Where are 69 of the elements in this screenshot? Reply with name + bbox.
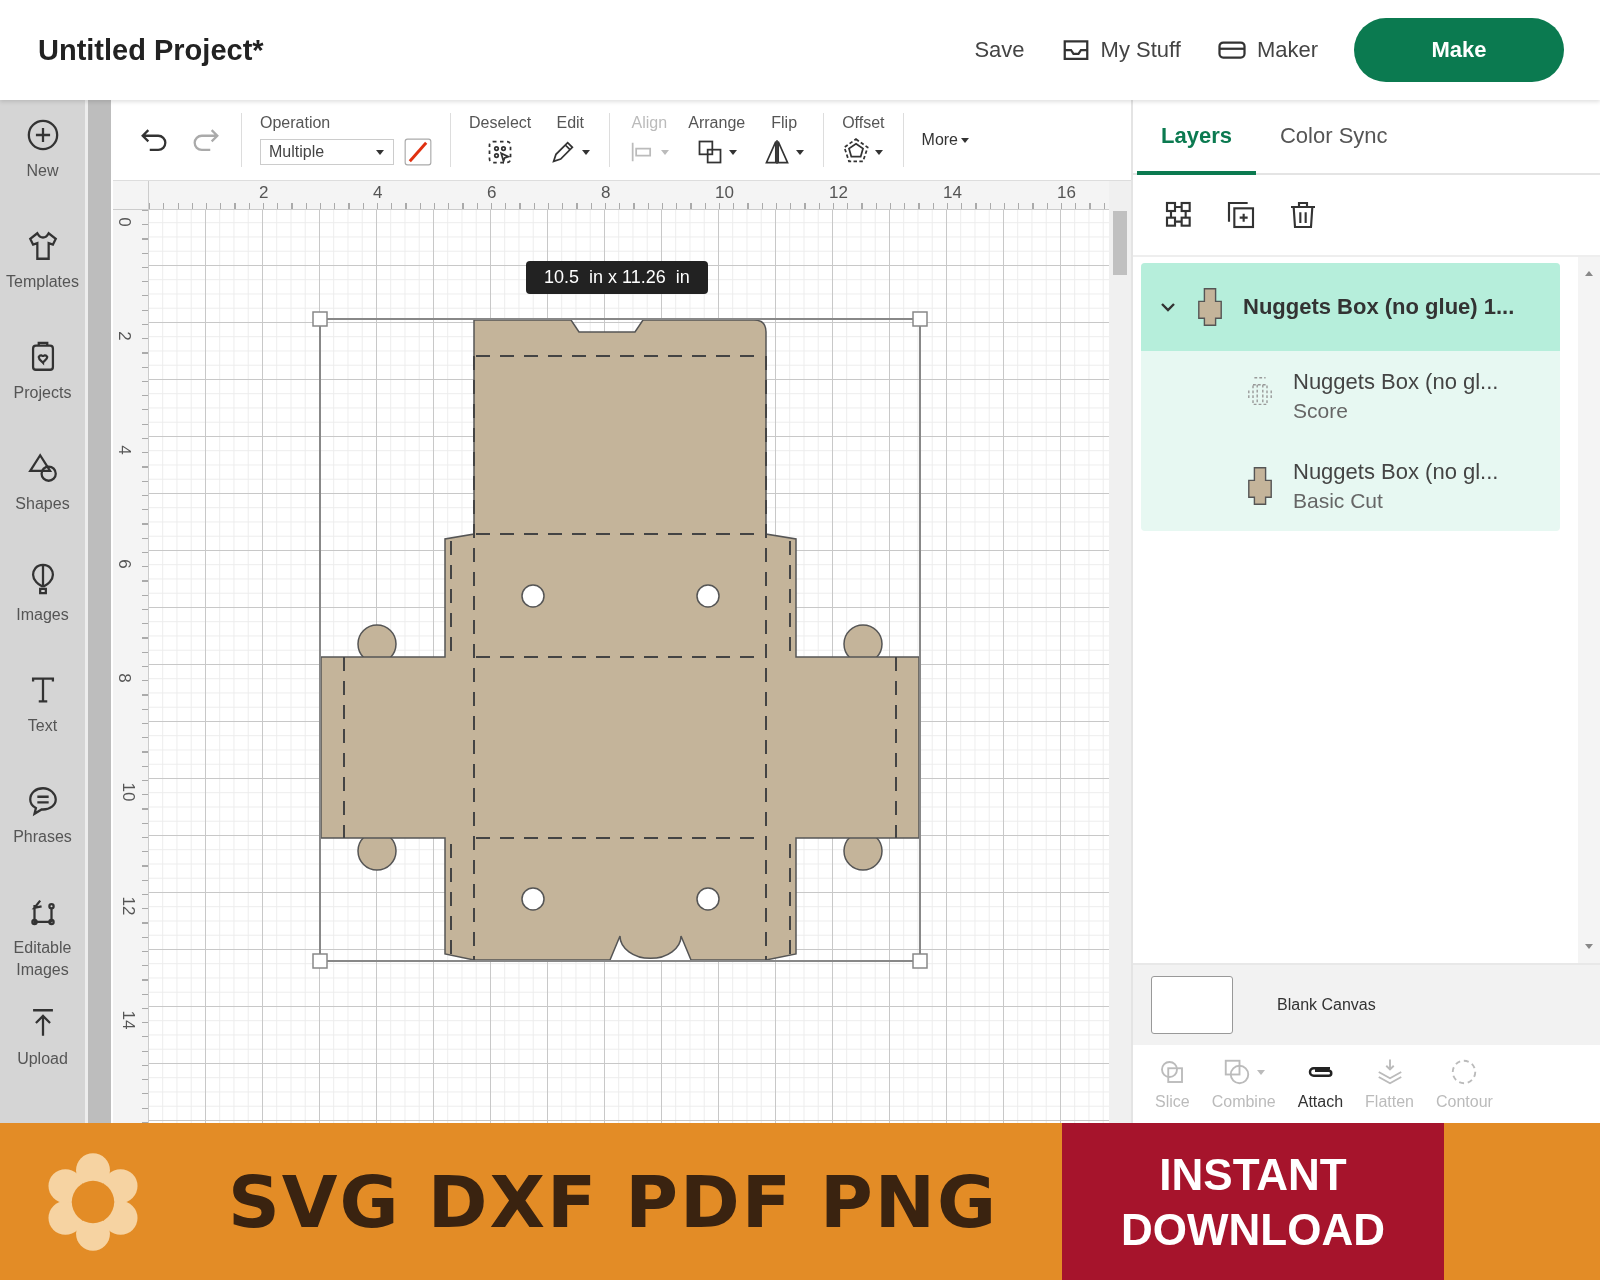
blank-canvas-row[interactable]: Blank Canvas	[1133, 963, 1600, 1045]
make-button[interactable]: Make	[1354, 18, 1564, 82]
caret-icon	[960, 135, 970, 145]
save-link[interactable]: Save	[974, 37, 1025, 63]
maker-link[interactable]: Maker	[1216, 35, 1318, 65]
layer-row[interactable]: Nuggets Box (no gl... Basic Cut	[1141, 441, 1560, 531]
layer-name: Nuggets Box (no gl...	[1293, 369, 1499, 395]
file-formats-text: SVG DXF PDF PNG	[228, 1159, 999, 1244]
ruler-number: 8	[113, 673, 134, 683]
caret-icon	[874, 147, 885, 157]
sidebar-item[interactable]: Upload	[0, 1006, 85, 1117]
ruler-number: 12	[829, 183, 848, 203]
toolbar-tool[interactable]: Offset	[842, 114, 885, 166]
layer-operation: Score	[1293, 399, 1349, 423]
sidebar-item[interactable]: Phrases	[0, 784, 85, 895]
scroll-up-icon[interactable]	[1584, 269, 1594, 279]
operation-dropdown[interactable]: Multiple	[260, 139, 394, 165]
ruler-number: 10	[715, 183, 734, 203]
layer-row[interactable]: Nuggets Box (no glue) 1...	[1141, 263, 1560, 351]
scrollbar[interactable]	[1109, 181, 1131, 1123]
scrollbar[interactable]	[1578, 257, 1600, 963]
layer-row[interactable]: Nuggets Box (no gl... Score	[1141, 351, 1560, 441]
more-menu[interactable]: More	[921, 131, 970, 149]
sidebar-item[interactable]: Editable Images	[0, 895, 85, 1006]
sidebar-item[interactable]: Templates	[0, 229, 85, 340]
panel-tab[interactable]: Layers	[1137, 100, 1256, 175]
project-title: Untitled Project*	[38, 33, 264, 67]
ruler-number: 6	[487, 183, 497, 203]
sidebar-item[interactable]: Projects	[0, 340, 85, 451]
layer-name: Nuggets Box (no gl...	[1293, 459, 1499, 485]
layer-operation: Basic Cut	[1293, 489, 1384, 513]
caret-icon	[581, 147, 592, 157]
caret-icon	[1255, 1067, 1266, 1077]
ruler-number: 2	[113, 331, 134, 341]
ruler-number: 4	[373, 183, 383, 203]
scrollbar[interactable]	[85, 100, 111, 1123]
ruler-number: 0	[113, 217, 134, 227]
ruler-number: 10	[118, 782, 139, 802]
panel-tab[interactable]: Color Sync	[1255, 100, 1412, 175]
duplicate-icon[interactable]	[1225, 199, 1257, 231]
plus-circle-icon	[25, 118, 60, 152]
my-stuff-link[interactable]: My Stuff	[1060, 35, 1181, 65]
instant-download-label: INSTANT DOWNLOAD	[1062, 1123, 1444, 1280]
no-color-swatch-icon[interactable]	[404, 138, 432, 166]
ruler-number: 14	[943, 183, 962, 203]
ruler-number: 4	[113, 445, 134, 455]
toolbar-tool[interactable]: Flip	[763, 114, 806, 166]
toolbar-tool[interactable]: Arrange	[688, 114, 746, 166]
size-tooltip: 10.5 in x 11.26 in	[526, 261, 708, 294]
sidebar-item[interactable]: Text	[0, 673, 85, 784]
sidebar-item[interactable]: New	[0, 118, 85, 229]
sidebar-item[interactable]: Images	[0, 562, 85, 673]
scroll-down-icon[interactable]	[1584, 941, 1594, 951]
toolbar-tool[interactable]: Edit	[549, 114, 592, 166]
operation-label: Operation	[260, 114, 332, 132]
sidebar-item[interactable]: Shapes	[0, 451, 85, 562]
caret-icon	[727, 147, 738, 157]
ruler-number: 2	[259, 183, 269, 203]
caret-icon	[660, 147, 671, 157]
caret-icon	[795, 147, 806, 157]
ruler-number: 12	[118, 896, 139, 916]
ruler-number: 6	[113, 559, 134, 569]
ruler-number: 16	[1057, 183, 1076, 203]
ruler-number: 8	[601, 183, 611, 203]
shapes-icon	[25, 451, 60, 485]
toolbar-tool[interactable]: Deselect	[469, 114, 532, 166]
action-button[interactable]: Attach	[1297, 1057, 1344, 1111]
ruler-number: 14	[118, 1010, 139, 1030]
caret-icon	[375, 147, 385, 157]
